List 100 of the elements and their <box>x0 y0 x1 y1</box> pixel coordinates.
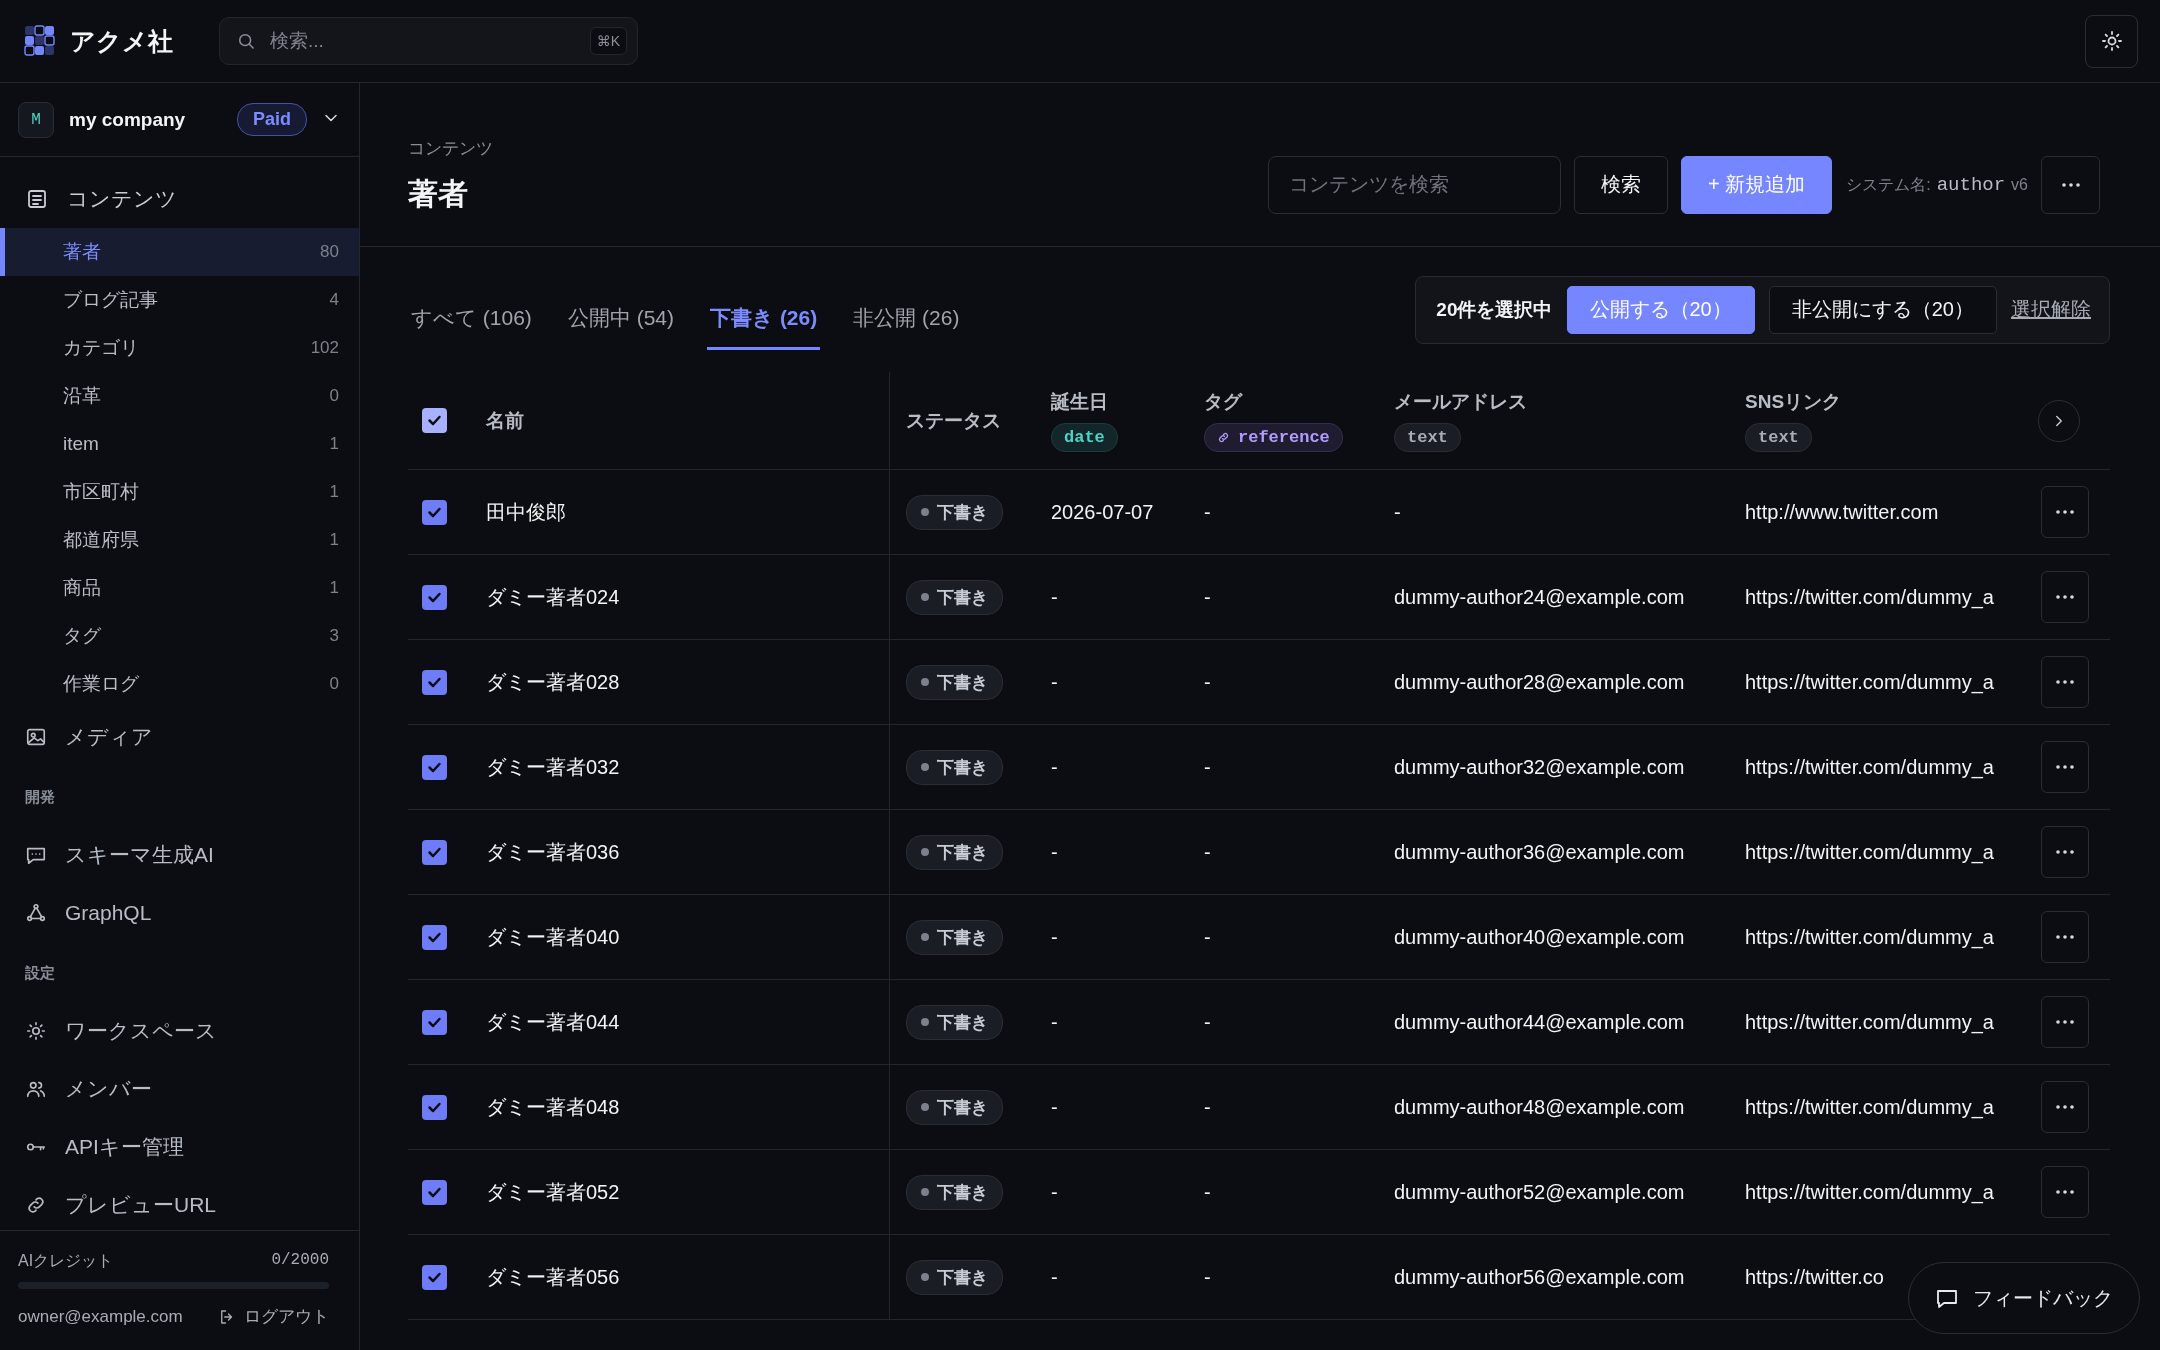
logout-button[interactable]: ログアウト <box>218 1305 329 1328</box>
table-cell: ダミー著者032 <box>486 755 620 778</box>
table-cell: - <box>1051 1095 1058 1118</box>
nav-item[interactable]: メディア <box>65 723 153 751</box>
field-type-tag: text <box>1394 423 1461 452</box>
model-item[interactable]: 沿革 0 <box>0 372 359 420</box>
search-bar[interactable]: 検索... ⌘K <box>219 17 638 65</box>
item-count: 1 <box>329 578 339 598</box>
more-dots-icon <box>2055 509 2075 515</box>
nav-group-heading: 設定 <box>24 963 56 983</box>
row-checkbox[interactable] <box>422 1009 447 1035</box>
table-cell: ダミー著者056 <box>486 1265 620 1288</box>
search-button[interactable]: 検索 <box>1573 155 1668 214</box>
unpublish-button[interactable]: 非公開にする（20） <box>1768 285 1997 334</box>
model-item[interactable]: 商品 1 <box>0 564 359 612</box>
row-checkbox[interactable] <box>422 499 447 525</box>
table-cell: - <box>1051 1180 1058 1203</box>
system-name-label: システム名: <box>1846 174 1931 195</box>
model-item[interactable]: タグ 3 <box>0 612 359 660</box>
item-count: 4 <box>329 290 339 310</box>
model-item[interactable]: 市区町村 1 <box>0 468 359 516</box>
table-cell: dummy-author24@example.com <box>1394 585 1685 608</box>
version-label: v6 <box>2011 175 2028 194</box>
table-cell: 2026-07-07 <box>1051 500 1154 523</box>
table-cell: dummy-author32@example.com <box>1394 755 1685 778</box>
table-cell: https://twitter.com/dummy_a <box>1745 585 1994 608</box>
table-cell: https://twitter.com/dummy_a <box>1745 1010 1994 1033</box>
row-checkbox[interactable] <box>422 1264 447 1290</box>
clear-selection-link[interactable]: 選択解除 <box>2011 296 2091 323</box>
content-search-field[interactable]: コンテンツを検索 <box>1267 155 1561 214</box>
nav-section-label: コンテンツ <box>67 186 177 212</box>
table-cell: - <box>1394 500 1401 523</box>
credits-count: 0/2000 <box>271 1251 329 1271</box>
row-checkbox[interactable] <box>422 669 447 695</box>
nav-item[interactable]: メンバー <box>65 1075 152 1103</box>
table-cell: - <box>1204 755 1211 778</box>
item-count: 3 <box>329 626 339 646</box>
model-item[interactable]: カテゴリ 102 <box>0 324 359 372</box>
breadcrumb[interactable]: コンテンツ <box>408 136 493 160</box>
nav-item[interactable]: APIキー管理 <box>65 1133 184 1161</box>
column-header: 名前 <box>486 408 524 433</box>
feedback-button[interactable]: フィードバック <box>1908 1262 2140 1334</box>
model-item[interactable]: 都道府県 1 <box>0 516 359 564</box>
nav-group-heading: 開発 <box>24 787 56 807</box>
row-checkbox[interactable] <box>422 1179 447 1205</box>
table-cell: https://twitter.com/dummy_a <box>1745 840 1994 863</box>
field-type-tag: date <box>1051 423 1118 452</box>
model-item[interactable]: item 1 <box>0 420 359 468</box>
table-cell: - <box>1051 925 1058 948</box>
row-checkbox[interactable] <box>422 924 447 950</box>
nav-item[interactable]: プレビューURL <box>65 1191 216 1219</box>
table-cell: - <box>1204 670 1211 693</box>
table-cell: - <box>1051 755 1058 778</box>
nav-item[interactable]: GraphQL <box>65 901 152 925</box>
credits-label: AIクレジット <box>18 1251 114 1271</box>
column-header: 誕生日 <box>1051 390 1108 414</box>
table-cell: - <box>1204 500 1211 523</box>
system-name: author <box>1936 173 2006 196</box>
filter-tab[interactable]: すべて (106) <box>408 281 535 350</box>
table-cell: https://twitter.com/dummy_a <box>1745 670 1994 693</box>
nav-item[interactable]: スキーマ生成AI <box>65 841 214 869</box>
table-cell: http://www.twitter.com <box>1745 500 1939 523</box>
item-count: 1 <box>329 434 339 454</box>
sun-icon <box>2099 29 2124 53</box>
graph-icon <box>25 902 47 924</box>
table-cell: - <box>1051 840 1058 863</box>
link-icon <box>25 1194 47 1216</box>
row-checkbox[interactable] <box>422 584 447 610</box>
logo-icon <box>24 25 56 57</box>
row-checkbox[interactable] <box>422 839 447 865</box>
table-cell: - <box>1204 1010 1211 1033</box>
status-badge: 下書き <box>906 1004 1003 1040</box>
more-dots-icon <box>2055 849 2075 855</box>
status-badge: 下書き <box>906 749 1003 785</box>
brand-name: アクメ社 <box>70 25 173 57</box>
model-item[interactable]: 作業ログ 0 <box>0 660 359 708</box>
status-badge: 下書き <box>906 919 1003 955</box>
filter-tab[interactable]: 非公開 (26) <box>850 281 963 350</box>
field-type-tag: text <box>1745 423 1812 452</box>
model-item[interactable]: ブログ記事 4 <box>0 276 359 324</box>
table-cell: - <box>1051 585 1058 608</box>
status-badge: 下書き <box>906 1089 1003 1125</box>
table-cell: dummy-author56@example.com <box>1394 1265 1685 1288</box>
filter-tab[interactable]: 公開中 (54) <box>564 281 678 350</box>
model-item[interactable]: 著者 80 <box>0 228 359 276</box>
filter-tab[interactable]: 下書き (26) <box>707 281 821 350</box>
item-count: 1 <box>329 482 339 502</box>
theme-toggle-button[interactable] <box>2085 14 2138 68</box>
select-all-checkbox[interactable] <box>422 408 447 433</box>
more-dots-icon <box>2055 594 2075 600</box>
table-cell: https://twitter.com/dummy_a <box>1745 755 1994 778</box>
nav-item[interactable]: ワークスペース <box>65 1017 217 1045</box>
shortcut-key: ⌘K <box>589 27 627 55</box>
row-checkbox[interactable] <box>422 1094 447 1120</box>
table-cell: - <box>1204 840 1211 863</box>
search-field[interactable]: 検索... <box>268 29 578 53</box>
row-checkbox[interactable] <box>422 754 447 780</box>
table-cell: 田中俊郎 <box>486 500 566 523</box>
table-cell: ダミー著者040 <box>486 925 620 948</box>
workspace-name: my company <box>69 108 186 131</box>
